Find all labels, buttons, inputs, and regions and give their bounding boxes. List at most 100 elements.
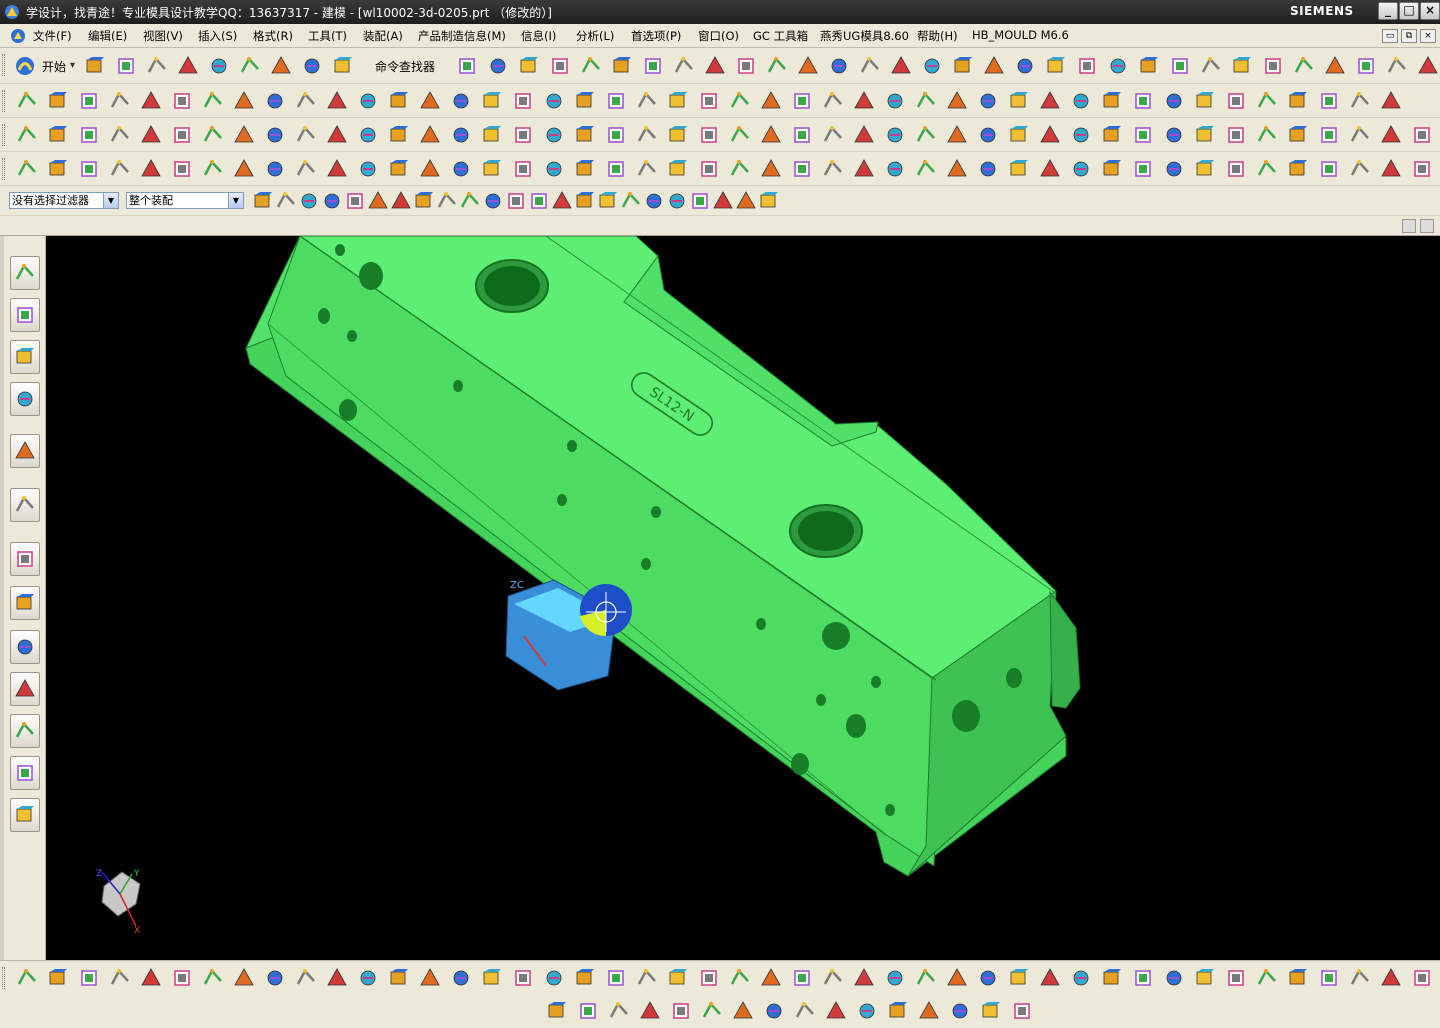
triangle-icon[interactable] <box>1380 90 1402 112</box>
triangle-icon[interactable] <box>853 967 875 989</box>
sphere-icon[interactable] <box>977 124 999 146</box>
command-finder-button[interactable]: 命令查找器 <box>375 58 435 75</box>
process-studio-icon[interactable] <box>10 630 40 664</box>
box-icon[interactable] <box>1101 90 1123 112</box>
triangle-icon[interactable] <box>797 55 819 77</box>
box-icon[interactable] <box>47 90 69 112</box>
curve-icon[interactable] <box>202 124 224 146</box>
curve-icon[interactable] <box>915 158 937 180</box>
sphere-icon[interactable] <box>643 190 665 212</box>
box-icon[interactable] <box>667 90 689 112</box>
menu-format[interactable]: 格式(R) <box>253 28 293 44</box>
box-icon[interactable] <box>952 55 974 77</box>
curve-icon[interactable] <box>636 124 658 146</box>
frame-icon[interactable] <box>512 124 534 146</box>
sphere-icon[interactable] <box>543 90 565 112</box>
sphere-icon[interactable] <box>298 190 320 212</box>
box-icon[interactable] <box>252 190 274 212</box>
menu-pmi[interactable]: 产品制造信息(M) <box>418 28 506 44</box>
frame-icon[interactable] <box>689 190 711 212</box>
triangle-icon[interactable] <box>1039 90 1061 112</box>
triangle-icon[interactable] <box>177 55 199 77</box>
sphere-icon[interactable] <box>321 190 343 212</box>
box-icon[interactable] <box>611 55 633 77</box>
triangle-icon[interactable] <box>326 967 348 989</box>
sphere-icon[interactable] <box>1163 90 1185 112</box>
frame-icon[interactable] <box>1318 124 1340 146</box>
box-icon[interactable] <box>388 158 410 180</box>
triangle-icon[interactable] <box>233 967 255 989</box>
curve-icon[interactable] <box>436 190 458 212</box>
box-icon[interactable] <box>1008 158 1030 180</box>
triangle-icon[interactable] <box>233 124 255 146</box>
triangle-icon[interactable] <box>419 158 441 180</box>
menu-window[interactable]: 窗口(O) <box>698 28 739 44</box>
triangle-icon[interactable] <box>326 158 348 180</box>
sphere-icon[interactable] <box>1163 158 1185 180</box>
triangle-icon[interactable] <box>983 55 1005 77</box>
frame-icon[interactable] <box>1076 55 1098 77</box>
triangle-icon[interactable] <box>140 967 162 989</box>
sphere-icon[interactable] <box>884 124 906 146</box>
box-icon[interactable] <box>1287 967 1309 989</box>
menu-gc-toolbox[interactable]: GC 工具箱 <box>753 28 808 44</box>
frame-icon[interactable] <box>1262 55 1284 77</box>
curve-icon[interactable] <box>636 967 658 989</box>
box-icon[interactable] <box>481 124 503 146</box>
triangle-icon[interactable] <box>270 55 292 77</box>
curve-icon[interactable] <box>1349 124 1371 146</box>
assembly-navigator-icon[interactable] <box>10 256 40 290</box>
frame-icon[interactable] <box>1132 124 1154 146</box>
model-canvas[interactable]: SL12-N ZC X Y Z <box>46 236 1440 960</box>
sphere-icon[interactable] <box>977 967 999 989</box>
frame-icon[interactable] <box>512 90 534 112</box>
frame-icon[interactable] <box>1132 967 1154 989</box>
sphere-icon[interactable] <box>856 1000 878 1022</box>
triangle-icon[interactable] <box>639 1000 661 1022</box>
triangle-icon[interactable] <box>760 90 782 112</box>
sphere-icon[interactable] <box>1070 967 1092 989</box>
menu-edit[interactable]: 编辑(E) <box>88 28 127 44</box>
curve-icon[interactable] <box>202 967 224 989</box>
curve-icon[interactable] <box>729 158 751 180</box>
curve-icon[interactable] <box>1200 55 1222 77</box>
curve-icon[interactable] <box>16 967 38 989</box>
frame-icon[interactable] <box>1411 967 1433 989</box>
box-icon[interactable] <box>574 124 596 146</box>
triangle-icon[interactable] <box>1039 158 1061 180</box>
frame-icon[interactable] <box>528 190 550 212</box>
frame-icon[interactable] <box>171 158 193 180</box>
menu-tools[interactable]: 工具(T) <box>308 28 347 44</box>
frame-icon[interactable] <box>698 967 720 989</box>
sphere-icon[interactable] <box>543 124 565 146</box>
box-icon[interactable] <box>481 90 503 112</box>
menu-analysis[interactable]: 分析(L) <box>576 28 614 44</box>
triangle-icon[interactable] <box>760 967 782 989</box>
triangle-icon[interactable] <box>853 124 875 146</box>
sphere-icon[interactable] <box>1107 55 1129 77</box>
curve-icon[interactable] <box>915 967 937 989</box>
box-icon[interactable] <box>1194 967 1216 989</box>
sphere-icon[interactable] <box>977 158 999 180</box>
triangle-icon[interactable] <box>1324 55 1346 77</box>
box-icon[interactable] <box>1287 158 1309 180</box>
frame-icon[interactable] <box>791 967 813 989</box>
sphere-icon[interactable] <box>977 90 999 112</box>
triangle-icon[interactable] <box>390 190 412 212</box>
sphere-icon[interactable] <box>264 90 286 112</box>
box-icon[interactable] <box>1287 90 1309 112</box>
curve-icon[interactable] <box>16 158 38 180</box>
selection-scope-dropdown[interactable]: 整个装配 ▼ <box>126 192 244 209</box>
triangle-icon[interactable] <box>704 55 726 77</box>
sphere-icon[interactable] <box>921 55 943 77</box>
triangle-icon[interactable] <box>735 190 757 212</box>
sphere-icon[interactable] <box>666 190 688 212</box>
frame-icon[interactable] <box>1225 158 1247 180</box>
sphere-icon[interactable] <box>357 967 379 989</box>
box-icon[interactable] <box>1231 55 1253 77</box>
sphere-icon[interactable] <box>450 124 472 146</box>
frame-icon[interactable] <box>1225 90 1247 112</box>
box-icon[interactable] <box>574 190 596 212</box>
box-icon[interactable] <box>574 967 596 989</box>
frame-icon[interactable] <box>1011 1000 1033 1022</box>
